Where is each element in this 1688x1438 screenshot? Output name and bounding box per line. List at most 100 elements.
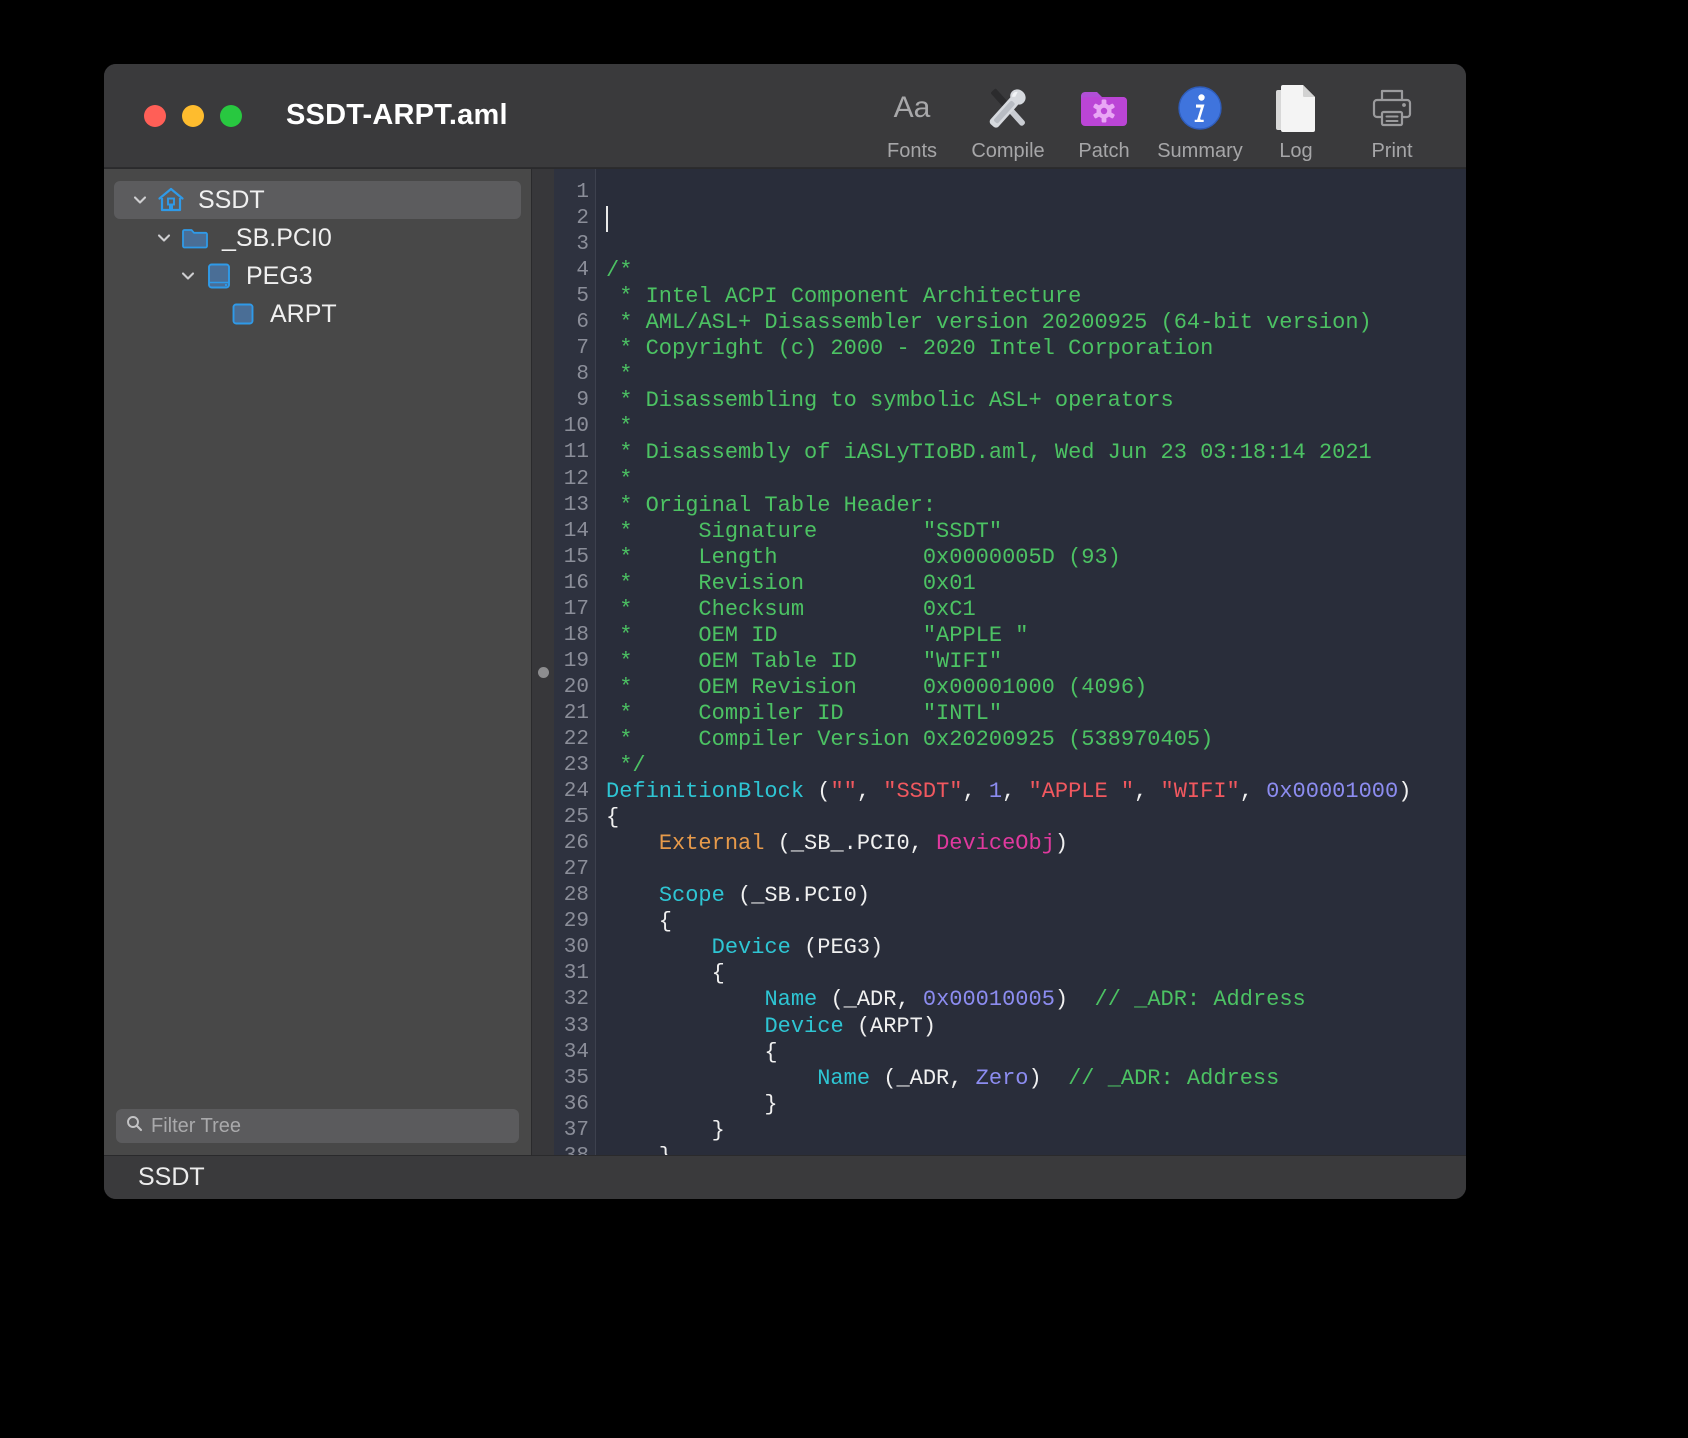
code-token: (_SB.PCI0): [724, 883, 871, 909]
toolbar-button-print[interactable]: Print: [1344, 82, 1440, 163]
code-token: 1: [988, 779, 1003, 805]
code-token: {: [606, 909, 673, 935]
minimize-button[interactable]: [182, 104, 204, 127]
blue-info-icon: [1172, 82, 1228, 134]
line-number: 14: [563, 519, 589, 543]
code-token: *: [606, 414, 633, 440]
sidebar: SSDT _SB.PCI0 PEG3 ARPT Filter Tree: [104, 169, 532, 1155]
toolbar-button-patch[interactable]: Patch: [1056, 82, 1152, 163]
code-token: }: [606, 1091, 778, 1117]
code-line: * Length 0x0000005D (93): [606, 545, 1466, 571]
tree-item-peg3[interactable]: PEG3: [114, 257, 521, 295]
code-line: * Signature "SSDT": [606, 519, 1466, 545]
line-number: 12: [563, 467, 589, 491]
code-line: *: [606, 467, 1466, 493]
code-token: {: [606, 805, 620, 831]
line-number: 3: [576, 233, 589, 257]
filter-tree-field[interactable]: Filter Tree: [116, 1109, 519, 1143]
code-token: "SSDT": [883, 779, 963, 805]
code-token: Name: [764, 987, 818, 1013]
close-button[interactable]: [144, 104, 166, 127]
code-token: * Checksum 0xC1: [606, 596, 976, 622]
toolbar-button-fonts[interactable]: Aa Fonts: [864, 82, 960, 163]
code-line: * OEM ID "APPLE ": [606, 623, 1466, 649]
toolbar-button-log[interactable]: Log: [1248, 82, 1344, 163]
chevron-down-icon[interactable]: [150, 229, 178, 247]
line-number: 17: [563, 597, 589, 621]
code-token: 0x00010005: [922, 987, 1055, 1013]
line-number: 30: [563, 936, 589, 960]
line-number: 8: [576, 363, 589, 387]
code-token: * OEM ID "APPLE ": [606, 622, 1029, 648]
search-icon: [126, 1115, 143, 1137]
code-line: *: [606, 362, 1466, 388]
code-token: ,: [1134, 779, 1161, 805]
line-number: 6: [576, 311, 589, 335]
line-number: 29: [563, 910, 589, 934]
code-token: * Compiler ID "INTL": [606, 700, 1003, 726]
code-line: * AML/ASL+ Disassembler version 20200925…: [606, 310, 1466, 336]
line-number: 35: [563, 1066, 589, 1090]
code-editor[interactable]: 1 2 3 4 5 6 7 8 9 10 11 12 13 14 15 16 17 18 19 20 21 22 23 24 2…: [532, 169, 1466, 1155]
code-token: Zero: [975, 1065, 1029, 1091]
printer-icon: [1364, 82, 1420, 134]
code-line: * Checksum 0xC1: [606, 597, 1466, 623]
code-token: * Length 0x0000005D (93): [606, 544, 1121, 570]
toolbar-label-patch: Patch: [1078, 140, 1130, 162]
tree-item-sb-pci0[interactable]: _SB.PCI0: [114, 219, 521, 257]
code-token: }: [606, 1117, 725, 1143]
line-number: 1: [576, 181, 589, 204]
line-number: 25: [563, 806, 589, 830]
line-number: 26: [563, 832, 589, 856]
code-line: External (_SB_.PCI0, DeviceObj): [606, 831, 1466, 857]
code-token: // _ADR: Address: [1068, 1065, 1280, 1091]
toolbar-label-summary: Summary: [1157, 140, 1243, 162]
code-line: * Disassembly of iASLyTIoBD.aml, Wed Jun…: [606, 440, 1466, 466]
code-content[interactable]: /* * Intel ACPI Component Architecture *…: [596, 169, 1466, 1155]
code-token: ): [1028, 1065, 1069, 1091]
window-body: SSDT _SB.PCI0 PEG3 ARPT Filter Tree 1 2 …: [104, 168, 1466, 1155]
line-number: 20: [563, 675, 589, 699]
line-number: 4: [576, 259, 589, 283]
toolbar-button-compile[interactable]: Compile: [960, 82, 1056, 163]
toolbar-button-summary[interactable]: Summary: [1152, 82, 1248, 163]
folder-icon: [178, 226, 212, 250]
toolbar-label-fonts: Fonts: [886, 140, 938, 162]
status-bar: SSDT: [104, 1155, 1466, 1199]
code-line: /*: [606, 258, 1466, 284]
tree-view[interactable]: SSDT _SB.PCI0 PEG3 ARPT: [104, 169, 531, 1109]
tree-item-arpt[interactable]: ARPT: [114, 295, 521, 333]
code-line: {: [606, 805, 1466, 831]
code-token: 0x00001000: [1266, 779, 1399, 805]
toolbar-label-print: Print: [1371, 140, 1413, 162]
fold-ruler[interactable]: [532, 169, 554, 1155]
code-token: *: [606, 466, 633, 492]
code-token: * Intel ACPI Component Architecture: [606, 284, 1082, 310]
code-token: ,: [1002, 779, 1029, 805]
code-line: * Revision 0x01: [606, 571, 1466, 597]
window-title: SSDT-ARPT.aml: [286, 99, 508, 131]
chevron-down-icon[interactable]: [126, 191, 154, 209]
code-line: Name (_ADR, 0x00010005) // _ADR: Address: [606, 987, 1466, 1013]
line-number: 15: [563, 545, 589, 569]
line-number: 34: [563, 1040, 589, 1064]
code-token: ): [1054, 987, 1095, 1013]
code-token: Scope: [658, 883, 725, 909]
editor-area: 1 2 3 4 5 6 7 8 9 10 11 12 13 14 15 16 17 18 19 20 21 22 23 24 2…: [532, 169, 1466, 1155]
code-token: (_ADR,: [870, 1065, 976, 1091]
device-icon: [202, 262, 236, 290]
chevron-down-icon[interactable]: [174, 267, 202, 285]
hammer-wrench-icon: [980, 82, 1036, 134]
toolbar: Aa Fonts Compile Patch Summary Log Print: [864, 82, 1440, 163]
zoom-button[interactable]: [220, 104, 242, 127]
fold-marker[interactable]: [538, 667, 549, 678]
tree-label-ssdt: SSDT: [198, 185, 265, 214]
code-line: * OEM Revision 0x00001000 (4096): [606, 675, 1466, 701]
code-token: {: [606, 961, 725, 987]
tree-item-ssdt[interactable]: SSDT: [114, 181, 521, 219]
